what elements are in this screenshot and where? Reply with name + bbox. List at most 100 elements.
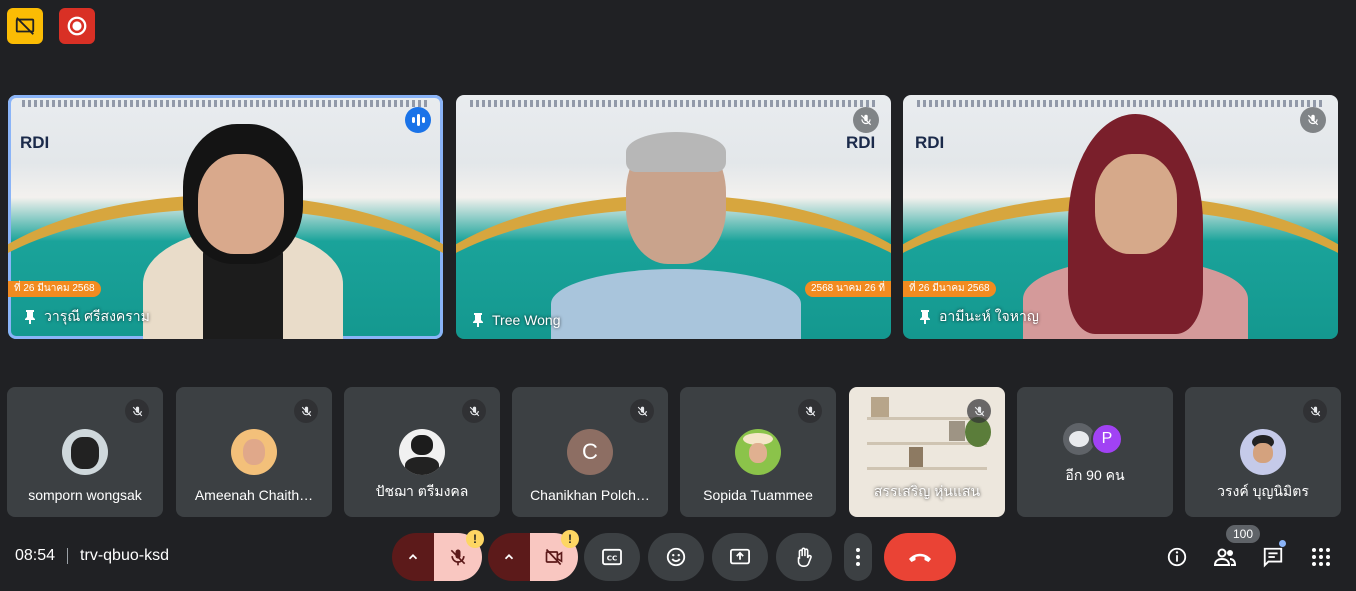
- hang-up-icon: [909, 553, 931, 562]
- pin-icon[interactable]: [919, 310, 931, 324]
- muted-indicator: [630, 399, 654, 423]
- participant-tile[interactable]: C Chanikhan Polch…: [512, 387, 668, 517]
- brand-logo: RDI: [20, 133, 50, 152]
- participant-name: วรงค์ บุญนิมิตร: [1217, 483, 1309, 499]
- present-screen-icon: [730, 548, 750, 565]
- participant-name-label: วารุณี ศรีสงคราม: [24, 306, 150, 328]
- background-decoration: [871, 397, 889, 417]
- participant-video: [143, 124, 343, 339]
- mic-off-icon: [637, 406, 647, 416]
- recording-icon: [67, 16, 87, 36]
- present-screen-button[interactable]: [712, 533, 768, 581]
- presenter-tile[interactable]: RDI ที่ 26 มีนาคม 2568 วารุณี ศรีสงคราม: [8, 95, 443, 339]
- participant-tile[interactable]: Sopida Tuammee: [680, 387, 836, 517]
- meeting-code: trv-qbuo-ksd: [80, 547, 169, 564]
- participant-tile[interactable]: ปัชฌา ตรีมงคล: [344, 387, 500, 517]
- participant-name: สรรเสริญ หุ่นแสน: [873, 483, 981, 499]
- presenter-tile[interactable]: RDI 2568 นาคม 26 ที่ Tree Wong: [456, 95, 891, 339]
- pin-icon[interactable]: [24, 310, 36, 324]
- more-participants-tile[interactable]: P อีก 90 คน: [1017, 387, 1173, 517]
- hand-icon: [797, 547, 812, 567]
- emoji-icon: [666, 547, 686, 567]
- captions-icon: CC: [602, 548, 622, 566]
- background-decoration: [949, 421, 965, 441]
- video-options-button[interactable]: [488, 533, 530, 581]
- muted-indicator: [125, 399, 149, 423]
- chevron-up-icon: [504, 554, 514, 560]
- raise-hand-button[interactable]: [776, 533, 832, 581]
- event-banner-text: [470, 100, 877, 107]
- participant-name-label: Tree Wong: [472, 312, 560, 328]
- more-vert-icon: [856, 548, 860, 566]
- mic-off-icon: [1307, 114, 1319, 126]
- participant-tile[interactable]: somporn wongsak: [7, 387, 163, 517]
- participant-name: ปัชฌา ตรีมงคล: [375, 483, 469, 499]
- mic-off-icon: [974, 406, 984, 416]
- chat-icon: [1263, 547, 1283, 568]
- chevron-up-icon: [408, 554, 418, 560]
- meeting-details-button[interactable]: [1165, 545, 1189, 569]
- mic-off-icon: [805, 406, 815, 416]
- meeting-time: 08:54: [15, 547, 56, 564]
- muted-indicator: [462, 399, 486, 423]
- recording-badge[interactable]: [59, 8, 95, 44]
- muted-indicator: [1300, 107, 1326, 133]
- participant-name: Sopida Tuammee: [703, 487, 813, 503]
- more-options-button[interactable]: [844, 533, 872, 581]
- event-date: 2568 นาคม 26 ที่: [804, 281, 891, 297]
- avatar: [1240, 429, 1286, 475]
- muted-indicator: [798, 399, 822, 423]
- avatar: [399, 429, 445, 475]
- people-button[interactable]: [1213, 545, 1237, 569]
- mic-off-icon: [860, 114, 872, 126]
- event-date: ที่ 26 มีนาคม 2568: [903, 281, 996, 297]
- mic-warning-icon: !: [466, 530, 484, 548]
- mic-off-icon: [450, 549, 466, 566]
- brand-logo: RDI: [915, 133, 945, 152]
- activities-button[interactable]: [1309, 545, 1333, 569]
- meeting-info: 08:54 trv-qbuo-ksd: [15, 547, 169, 565]
- chat-button[interactable]: [1261, 545, 1285, 569]
- participant-tile[interactable]: Ameenah Chaith…: [176, 387, 332, 517]
- info-icon: [1167, 547, 1187, 567]
- presenter-tile[interactable]: RDI ที่ 26 มีนาคม 2568 อามีนะห์ ใจหาญ: [903, 95, 1338, 339]
- mic-off-icon: [469, 406, 479, 416]
- participant-name: Tree Wong: [492, 312, 561, 328]
- participant-name: วารุณี ศรีสงคราม: [44, 308, 150, 324]
- no-broadcast-badge[interactable]: [7, 8, 43, 44]
- reactions-button[interactable]: [648, 533, 704, 581]
- people-icon: [1213, 548, 1237, 566]
- participant-video: [1023, 114, 1248, 339]
- avatar: C: [567, 429, 613, 475]
- captions-button[interactable]: CC: [584, 533, 640, 581]
- event-banner-text: [22, 100, 429, 107]
- event-date: ที่ 26 มีนาคม 2568: [8, 281, 101, 297]
- mic-off-icon: [301, 406, 311, 416]
- participant-name: Chanikhan Polch…: [530, 487, 650, 503]
- avatar: [62, 429, 108, 475]
- avatar: [735, 429, 781, 475]
- participant-tile[interactable]: วรงค์ บุญนิมิตร: [1185, 387, 1341, 517]
- camera-warning-icon: !: [561, 530, 579, 548]
- camera-off-icon: [545, 548, 563, 566]
- no-broadcast-icon: [15, 17, 35, 35]
- divider: [67, 548, 69, 564]
- avatar-stack: P: [1063, 423, 1127, 455]
- unread-indicator: [1279, 540, 1286, 547]
- background-decoration: [867, 467, 987, 470]
- leave-call-button[interactable]: [884, 533, 956, 581]
- participant-tile[interactable]: สรรเสริญ หุ่นแสน: [849, 387, 1005, 517]
- participant-name-label: อามีนะห์ ใจหาญ: [919, 306, 1039, 328]
- muted-indicator: [294, 399, 318, 423]
- muted-indicator: [967, 399, 991, 423]
- mic-off-icon: [132, 406, 142, 416]
- muted-indicator: [853, 107, 879, 133]
- pin-icon[interactable]: [472, 313, 484, 327]
- audio-options-button[interactable]: [392, 533, 434, 581]
- mic-off-icon: [1310, 406, 1320, 416]
- background-decoration: [909, 447, 923, 467]
- svg-text:CC: CC: [607, 554, 618, 563]
- participant-name: Ameenah Chaith…: [194, 487, 314, 503]
- muted-indicator: [1303, 399, 1327, 423]
- avatar: [231, 429, 277, 475]
